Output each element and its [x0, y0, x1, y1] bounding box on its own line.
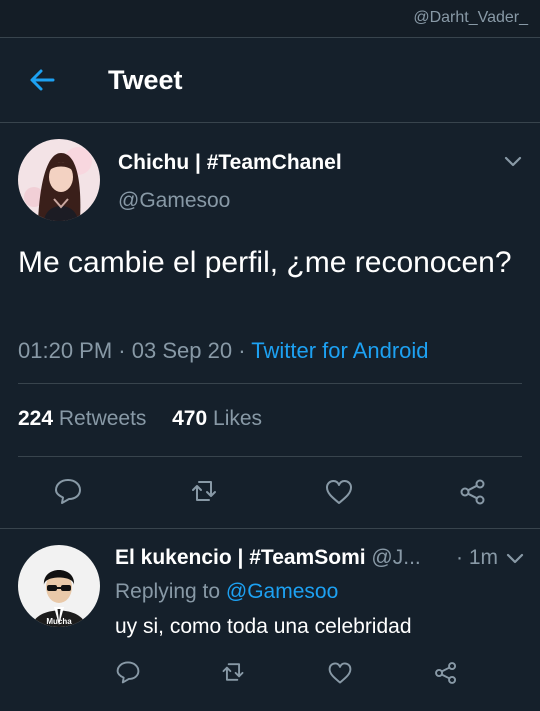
tweet-text: Me cambie el perfil, ¿me reconocen? [18, 246, 512, 279]
reply-author-name[interactable]: El kukencio | #TeamSomi [115, 546, 366, 569]
reply-avatar[interactable]: Mucha [18, 545, 100, 627]
chevron-down-icon[interactable] [502, 150, 524, 172]
tweet-date: 03 Sep 20 [131, 338, 233, 363]
divider [0, 528, 540, 529]
page-title: Tweet [108, 65, 183, 95]
reply-icon[interactable] [53, 476, 83, 506]
reply-time: · 1m [456, 546, 499, 569]
divider [18, 383, 522, 384]
replying-to-mention[interactable]: @Gamesoo [226, 580, 338, 603]
retweets-label[interactable]: Retweets [59, 407, 147, 430]
retweets-count[interactable]: 224 [18, 407, 53, 430]
top-bar: Tweet [0, 38, 540, 123]
share-icon[interactable] [433, 660, 459, 686]
watermark: @Darht_Vader_ [413, 9, 528, 26]
tweet-time: 01:20 PM [18, 338, 113, 363]
divider [18, 456, 522, 457]
watermark-bar: @Darht_Vader_ [0, 0, 540, 38]
likes-label[interactable]: Likes [213, 407, 262, 430]
heart-icon[interactable] [327, 660, 353, 686]
reply-text: uy si, como toda una celebridad [115, 615, 412, 638]
retweet-icon[interactable] [220, 659, 246, 685]
reply-time-value: 1m [468, 546, 499, 569]
meta-separator: · [118, 338, 132, 363]
retweet-icon[interactable] [189, 476, 219, 506]
heart-icon[interactable] [324, 477, 354, 507]
engagement-counts: 224 Retweets 470 Likes [18, 407, 262, 431]
replying-to-label: Replying to [115, 580, 221, 603]
arrow-left-icon[interactable] [26, 64, 58, 96]
tweet-source-link[interactable]: Twitter for Android [251, 338, 428, 363]
likes-count[interactable]: 470 [172, 407, 207, 430]
author-handle[interactable]: @Gamesoo [118, 189, 230, 213]
avatar[interactable] [18, 139, 100, 221]
share-icon[interactable] [458, 477, 488, 507]
meta-separator: · [238, 338, 252, 363]
avatar-caption: Mucha [46, 617, 72, 626]
reply-header: El kukencio | #TeamSomi @J... [115, 546, 507, 570]
reply-icon[interactable] [115, 659, 141, 685]
reply-author-handle[interactable]: @J... [371, 546, 420, 569]
chevron-down-icon[interactable] [504, 547, 526, 569]
tweet-meta: 01:20 PM · 03 Sep 20 · Twitter for Andro… [18, 338, 429, 364]
replying-to: Replying to @Gamesoo [115, 580, 338, 604]
author-name[interactable]: Chichu | #TeamChanel [118, 151, 342, 175]
